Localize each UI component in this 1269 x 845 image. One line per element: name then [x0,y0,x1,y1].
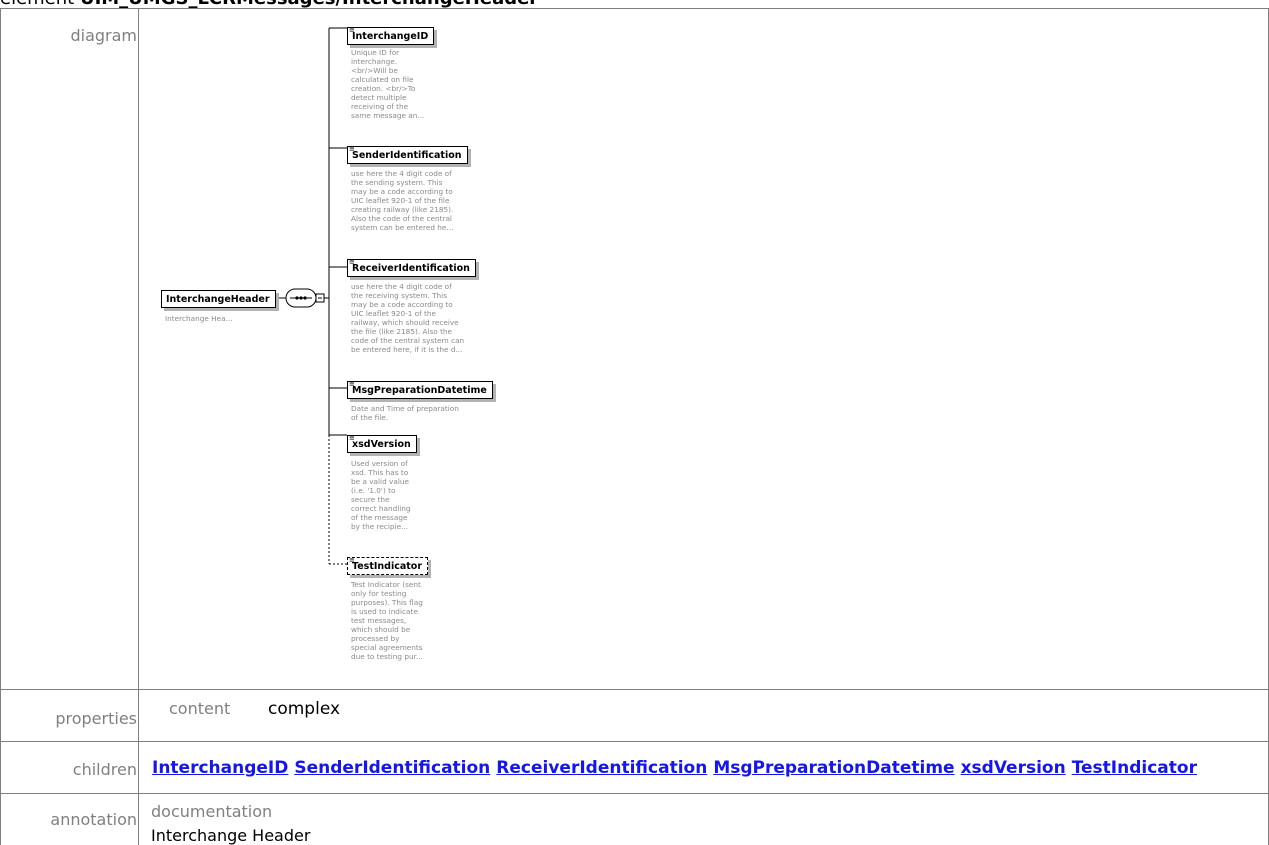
simple-type-icon: ≡ [349,258,355,266]
element-doc: use here the 4 digit code of the sending… [351,169,454,232]
child-link-receiver-identification[interactable]: ReceiverIdentification [496,758,707,778]
child-link-msg-preparation-datetime[interactable]: MsgPreparationDatetime [713,758,954,778]
row-label-properties: properties [55,709,137,728]
diagram-connectors [260,27,347,565]
child-link-test-indicator[interactable]: TestIndicator [1072,758,1197,778]
element-name: ReceiverIdentification [352,263,470,274]
element-name: TestIndicator [352,561,423,572]
element-doc: Unique ID for interchange. <br/>Will be … [351,48,425,120]
annotation-value: Interchange Header [151,826,311,845]
simple-type-icon: ≡ [349,434,355,442]
row-divider [0,741,1269,742]
element-doc: Used version of xsd. This has to be a va… [351,459,411,531]
element-name: xsdVersion [352,439,411,450]
element-box-test-indicator[interactable]: ≡ TestIndicator [347,556,429,575]
properties-value: complex [268,699,341,719]
element-box-receiver-identification[interactable]: ≡ ReceiverIdentification [347,259,476,277]
simple-type-icon: ≡ [349,556,355,564]
element-name: MsgPreparationDatetime [352,385,487,396]
sequence-dot [299,296,303,300]
element-box-msg-preparation-datetime[interactable]: ≡ MsgPreparationDatetime [347,381,493,399]
annotation-key: documentation [151,802,273,821]
simple-type-icon: ≡ [349,145,355,153]
schema-diagram: InterchangeHeader Interchange Hea... ≡ In… [139,8,1269,689]
element-box-xsd-version[interactable]: ≡ xsdVersion [347,435,417,453]
element-doc: use here the 4 digit code of the receivi… [351,282,465,354]
root-element-doc: Interchange Hea... [165,314,233,323]
row-divider [0,689,1269,690]
row-label-children: children [72,760,137,779]
sequence-dot [303,296,307,300]
title-path: UIM_UMGS_LCRMessages/InterchangeHeader [80,0,538,8]
table-left-border [0,8,1,845]
sequence-dot [295,296,299,300]
child-link-interchange-id[interactable]: InterchangeID [152,758,288,778]
simple-type-icon: ≡ [349,26,355,34]
row-divider [0,793,1269,794]
root-element-name: InterchangeHeader [166,294,270,305]
title-prefix: element [0,0,80,8]
properties-key: content [169,699,231,718]
child-link-sender-identification[interactable]: SenderIdentification [294,758,490,778]
element-doc: Date and Time of preparation of the file… [351,404,459,422]
row-label-annotation: annotation [50,810,137,829]
row-label-diagram: diagram [70,26,137,45]
element-box-interchange-id[interactable]: ≡ InterchangeID [347,26,435,45]
element-doc: Test Indicator (sent only for testing pu… [351,580,423,661]
element-name: InterchangeID [352,31,429,42]
child-link-xsd-version[interactable]: xsdVersion [961,758,1066,778]
element-box-sender-identification[interactable]: ≡ SenderIdentification [347,146,468,164]
root-element-box[interactable]: InterchangeHeader [161,290,276,308]
page-title: element UIM_UMGS_LCRMessages/Interchange… [0,0,900,8]
simple-type-icon: ≡ [349,380,355,388]
children-links: InterchangeID SenderIdentification Receive… [152,758,1203,778]
element-name: SenderIdentification [352,150,462,161]
